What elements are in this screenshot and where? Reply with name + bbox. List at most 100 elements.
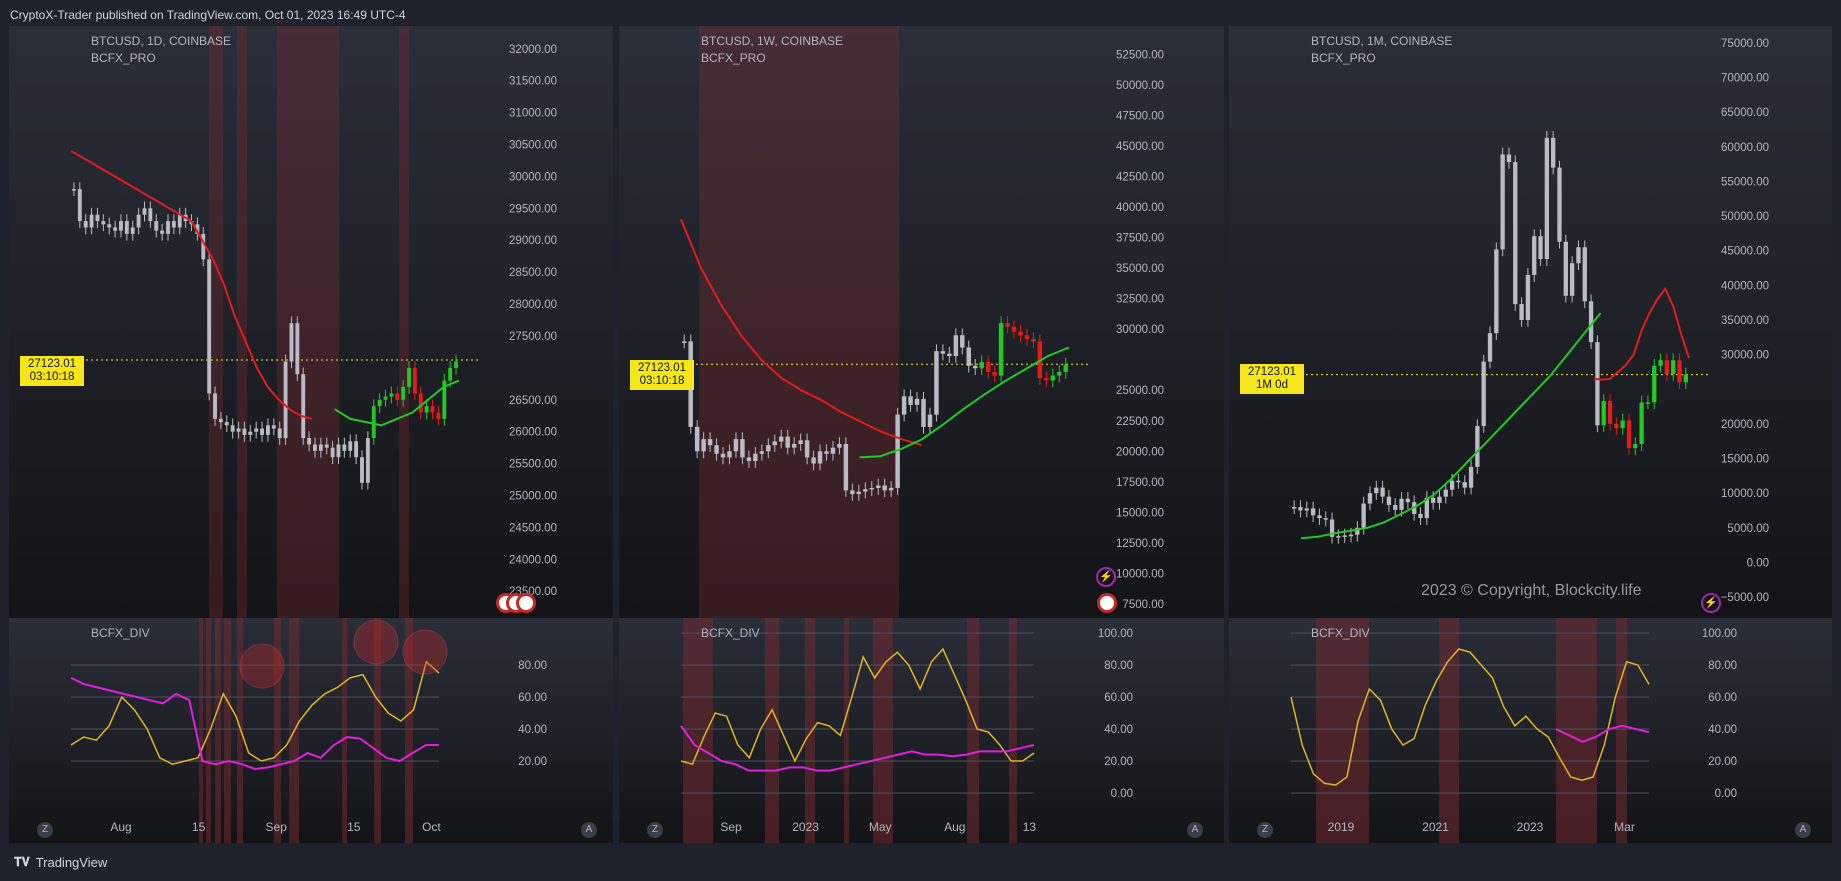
candle-body <box>72 189 76 191</box>
indicator-name[interactable]: BCFX_PRO <box>1311 50 1452 67</box>
price-chart-1w[interactable]: 52500.00 50000.00 47500.00 45000.00 42500.00… <box>619 26 1224 618</box>
div-axis-label: 100.00 <box>1098 628 1133 640</box>
candle-body <box>850 490 855 495</box>
div-indicator-name[interactable]: BCFX_DIV <box>701 625 760 642</box>
symbol-title[interactable]: BTCUSD, 1M, COINBASE <box>1311 33 1452 50</box>
auto-scale-button[interactable]: A <box>1795 822 1811 838</box>
candle-body <box>727 451 732 458</box>
symbol-title[interactable]: BTCUSD, 1D, COINBASE <box>91 33 231 50</box>
candle-body <box>1462 482 1467 488</box>
indicator-name[interactable]: BCFX_PRO <box>701 50 843 67</box>
signal-band <box>237 618 243 843</box>
div-axis-label: 80.00 <box>518 660 547 672</box>
candle-body <box>1576 247 1581 264</box>
candle-body <box>260 428 264 435</box>
z-button[interactable]: Z <box>647 822 663 838</box>
candle-body <box>330 447 335 458</box>
tradingview-logo-icon: 𝐓𝐕 <box>14 855 30 869</box>
div-slow-line <box>680 725 1035 772</box>
candle-body <box>1005 323 1010 327</box>
z-button[interactable]: Z <box>37 822 53 838</box>
price-axis-label: 22500.00 <box>1116 416 1164 428</box>
candle-body <box>1380 487 1385 497</box>
candle-body <box>707 439 713 446</box>
candle-body <box>953 335 959 357</box>
candle-body <box>1557 167 1562 242</box>
price-axis-label: 40000.00 <box>1116 202 1164 214</box>
candle-body <box>1405 498 1411 503</box>
signal-band <box>199 618 203 843</box>
div-indicator-name[interactable]: BCFX_DIV <box>1311 625 1370 642</box>
candle-body <box>171 221 176 228</box>
candle-body <box>113 227 118 231</box>
price-axis-label: 28500.00 <box>509 267 557 279</box>
div-chart-1d[interactable]: 80.00 60.00 40.00 20.00 Aug 15 Sep 15 Oct <box>9 618 613 843</box>
symbol-title[interactable]: BTCUSD, 1W, COINBASE <box>701 33 843 50</box>
candle-body <box>136 214 141 228</box>
auto-scale-button[interactable]: A <box>581 822 597 838</box>
time-axis-label: 15 <box>192 820 206 834</box>
bearish-zone-band <box>399 26 409 618</box>
div-axis-label: 40.00 <box>518 724 547 736</box>
price-axis-label: 75000.00 <box>1721 38 1769 50</box>
candle-body <box>766 445 771 452</box>
candle-body <box>973 365 978 369</box>
candle-body <box>1386 496 1392 505</box>
us-flag-icon[interactable] <box>516 593 536 613</box>
div-axis-label: 100.00 <box>1702 628 1737 640</box>
candle-body <box>360 457 364 483</box>
chart-panel-1d[interactable]: 32000.00 31500.00 31000.00 30500.00 30000.00… <box>9 26 613 618</box>
time-axis-label: Oct <box>422 820 441 834</box>
price-axis-label: 31500.00 <box>509 76 557 88</box>
candle-body <box>289 323 294 362</box>
candle-body <box>1310 508 1316 516</box>
chart-panel-1m[interactable]: 75000.00 70000.00 65000.00 60000.00 55000.00… <box>1229 26 1832 618</box>
price-axis-label: 7500.00 <box>1122 599 1164 611</box>
price-axis-label: 26000.00 <box>509 427 557 439</box>
chart-panel-1w[interactable]: 52500.00 50000.00 47500.00 45000.00 42500.00… <box>619 26 1224 618</box>
div-panel-1m[interactable]: 100.00 80.00 60.00 40.00 20.00 0.00 2019 2021 20… <box>1229 618 1832 843</box>
div-panel-1d[interactable]: 80.00 60.00 40.00 20.00 Aug 15 Sep 15 Oct BCFX_D… <box>9 618 613 843</box>
candle-body <box>1348 534 1354 537</box>
candle-body <box>1633 443 1638 449</box>
price-axis-label: 31000.00 <box>509 108 557 120</box>
candle-body <box>682 341 687 343</box>
signal-band <box>1316 618 1369 843</box>
signal-circle <box>239 643 285 689</box>
candle-body <box>1430 498 1436 503</box>
candle-body <box>1664 360 1670 375</box>
candle-body <box>295 323 300 375</box>
last-price-label: 27123.01 1M 0d <box>1240 364 1304 394</box>
z-button[interactable]: Z <box>1257 822 1273 838</box>
time-axis-label: Aug <box>944 820 965 834</box>
candle-body <box>1031 338 1036 342</box>
price-axis-label: 65000.00 <box>1721 107 1769 119</box>
footer[interactable]: 𝐓𝐕 TradingView <box>14 855 107 870</box>
price-chart-1d[interactable]: 32000.00 31500.00 31000.00 30500.00 30000.00… <box>9 26 613 618</box>
candle-body <box>1342 535 1347 537</box>
candle-body <box>798 440 803 444</box>
price-chart-1m[interactable]: 75000.00 70000.00 65000.00 60000.00 55000.00… <box>1229 26 1832 618</box>
auto-scale-button[interactable]: A <box>1187 822 1203 838</box>
candle-body <box>901 396 907 415</box>
div-indicator-name[interactable]: BCFX_DIV <box>91 625 150 642</box>
div-axis-label: 0.00 <box>1111 788 1133 800</box>
div-chart-1w[interactable]: 100.00 80.00 60.00 40.00 20.00 0.00 Sep 2023 May… <box>619 618 1224 843</box>
div-chart-1m[interactable]: 100.00 80.00 60.00 40.00 20.00 0.00 2019 2021 20… <box>1229 618 1832 843</box>
candle-body <box>412 367 417 394</box>
candle-body <box>89 214 94 228</box>
candle-body <box>224 422 229 426</box>
time-axis-label: Sep <box>266 820 288 834</box>
price-axis-label: 10000.00 <box>1116 568 1164 580</box>
candle-body <box>1468 466 1474 488</box>
indicator-name[interactable]: BCFX_PRO <box>91 50 231 67</box>
lightning-icon[interactable]: ⚡ <box>1096 567 1116 587</box>
div-panel-1w[interactable]: 100.00 80.00 60.00 40.00 20.00 0.00 Sep 2023 May… <box>619 618 1224 843</box>
candle-body <box>177 214 182 228</box>
lightning-icon[interactable]: ⚡ <box>1701 593 1721 613</box>
candle-body <box>940 351 946 354</box>
candle-body <box>1374 487 1379 494</box>
candle-body <box>720 453 726 458</box>
candle-body <box>927 414 933 427</box>
us-flag-icon[interactable] <box>1097 593 1117 613</box>
